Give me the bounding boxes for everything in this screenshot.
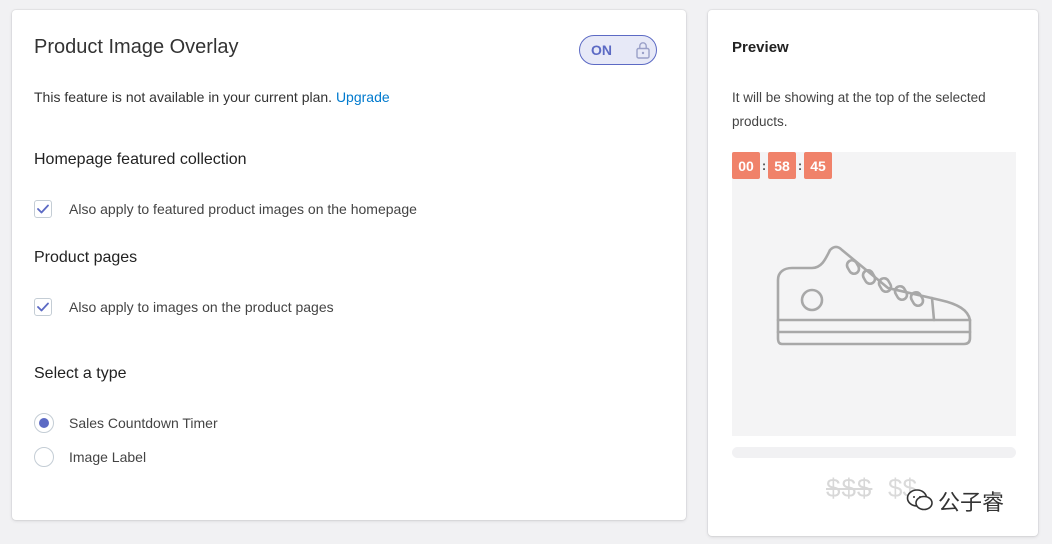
plan-notice: This feature is not available in your cu… bbox=[34, 89, 390, 105]
overlay-toggle[interactable]: ON bbox=[579, 35, 657, 65]
radio-label: Image Label bbox=[69, 449, 147, 465]
type-section-title: Select a type bbox=[34, 365, 127, 382]
radio-image-label[interactable]: Image Label bbox=[34, 447, 146, 467]
timer-hours: 00 bbox=[732, 152, 760, 179]
homepage-checkbox-row[interactable]: Also apply to featured product images on… bbox=[34, 200, 417, 218]
watermark-text: 公子睿 bbox=[938, 490, 1005, 515]
preview-description: It will be showing at the top of the sel… bbox=[732, 90, 986, 129]
wechat-icon bbox=[906, 489, 933, 511]
product-pages-checkbox-row[interactable]: Also apply to images on the product page… bbox=[34, 298, 334, 316]
lock-icon bbox=[636, 42, 650, 59]
product-pages-checkbox-label: Also apply to images on the product page… bbox=[69, 299, 334, 315]
timer-separator: : bbox=[761, 158, 767, 173]
card-title: Product Image Overlay bbox=[34, 36, 239, 58]
upgrade-link[interactable]: Upgrade bbox=[336, 89, 390, 105]
preview-title: Preview bbox=[732, 39, 789, 56]
product-pages-checkbox[interactable] bbox=[34, 298, 52, 316]
timer-minutes: 58 bbox=[768, 152, 796, 179]
homepage-checkbox[interactable] bbox=[34, 200, 52, 218]
checkmark-icon bbox=[37, 204, 49, 214]
placeholder-bar bbox=[732, 447, 1016, 458]
price-text: $$$ bbox=[826, 473, 873, 503]
notice-text: This feature is not available in your cu… bbox=[34, 89, 333, 105]
radio-sales-countdown[interactable]: Sales Countdown Timer bbox=[34, 413, 218, 433]
overlay-settings-card: Product Image Overlay ON This feature is… bbox=[12, 10, 686, 520]
toggle-label: ON bbox=[591, 42, 612, 58]
radio-button-selected[interactable] bbox=[34, 413, 54, 433]
homepage-section-title: Homepage featured collection bbox=[34, 151, 247, 168]
product-pages-section-title: Product pages bbox=[34, 249, 138, 266]
radio-dot bbox=[39, 418, 49, 428]
checkmark-icon bbox=[37, 302, 49, 312]
shoe-icon bbox=[776, 245, 972, 346]
product-image-placeholder: 00 : 58 : 45 bbox=[732, 152, 1016, 436]
radio-button[interactable] bbox=[34, 447, 54, 467]
homepage-checkbox-label: Also apply to featured product images on… bbox=[69, 201, 417, 217]
timer-seconds: 45 bbox=[804, 152, 832, 179]
preview-card: Preview It will be showing at the top of… bbox=[708, 10, 1038, 536]
radio-label: Sales Countdown Timer bbox=[69, 415, 218, 431]
countdown-timer: 00 : 58 : 45 bbox=[732, 152, 832, 179]
timer-separator: : bbox=[797, 158, 803, 173]
